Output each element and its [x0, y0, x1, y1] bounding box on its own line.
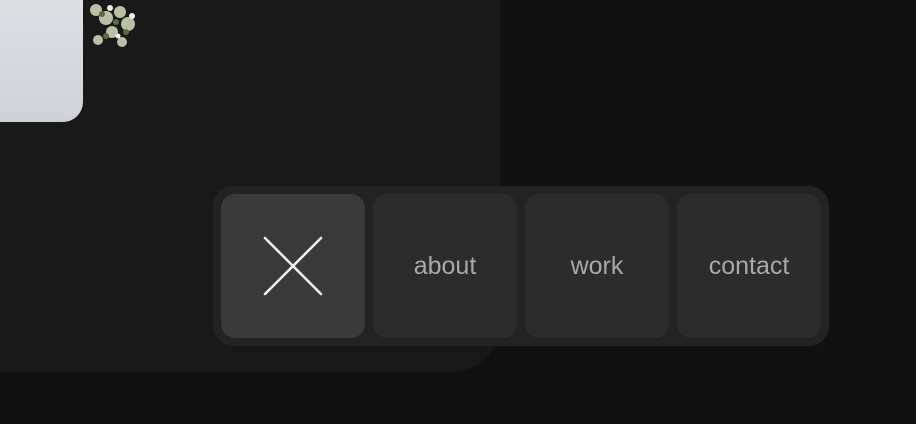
navigation-bar: about work contact [213, 186, 829, 346]
nav-work-button[interactable]: work [525, 194, 669, 338]
close-icon [263, 236, 323, 296]
profile-photo [0, 0, 83, 122]
foliage-image [90, 4, 135, 47]
close-menu-button[interactable] [221, 194, 365, 338]
nav-about-button[interactable]: about [373, 194, 517, 338]
page: about work contact [0, 0, 916, 424]
nav-contact-button[interactable]: contact [677, 194, 821, 338]
